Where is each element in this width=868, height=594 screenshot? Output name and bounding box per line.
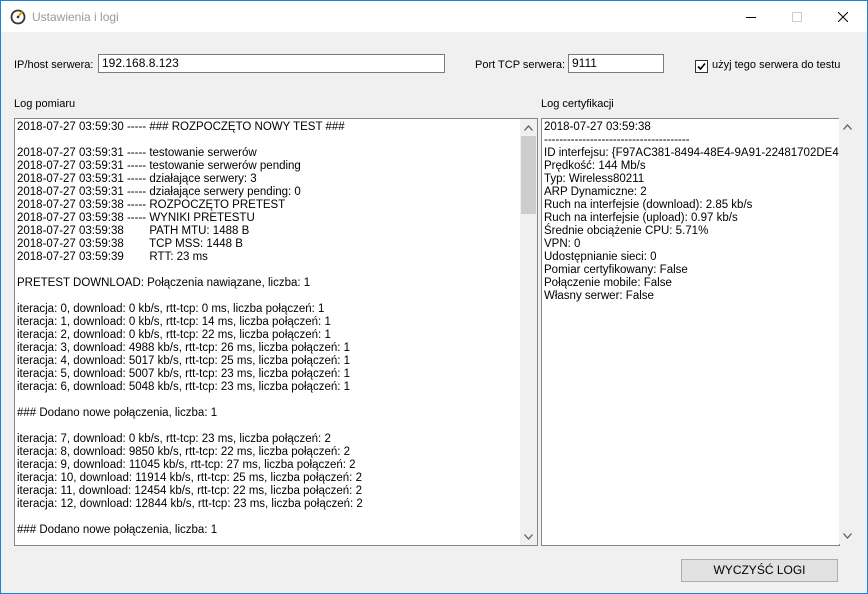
window-title: Ustawienia i logi: [32, 10, 119, 24]
scroll-up-button[interactable]: [520, 119, 537, 136]
chevron-down-icon: [524, 533, 533, 540]
scroll-up-button[interactable]: [839, 118, 856, 135]
log-certyfikacji-scrollbar[interactable]: [839, 118, 856, 544]
scroll-down-button[interactable]: [520, 528, 537, 545]
checkmark-icon: [697, 62, 706, 71]
settings-window: Ustawienia i logi IP/host serwera: Port …: [0, 0, 868, 594]
maximize-icon: [792, 11, 802, 22]
log-pomiaru-textbox[interactable]: 2018-07-27 03:59:30 ----- ### ROZPOCZĘTO…: [14, 118, 538, 546]
ip-input[interactable]: [98, 54, 445, 73]
ip-label: IP/host serwera:: [14, 59, 94, 71]
maximize-button[interactable]: [774, 1, 820, 32]
chevron-down-icon: [843, 532, 852, 539]
chevron-up-icon: [524, 124, 533, 131]
close-icon: [838, 11, 848, 22]
chevron-up-icon: [843, 123, 852, 130]
use-server-checkbox[interactable]: [695, 60, 708, 73]
log-certyfikacji-text: 2018-07-27 03:59:38 --------------------…: [544, 121, 840, 302]
log-pomiaru-label: Log pomiaru: [14, 98, 76, 110]
port-input[interactable]: [568, 54, 664, 73]
use-server-label[interactable]: użyj tego serwera do testu: [712, 59, 840, 71]
minimize-icon: [746, 12, 756, 22]
log-pomiaru-scrollbar[interactable]: [520, 119, 537, 545]
speedometer-icon: [10, 9, 26, 25]
title-bar[interactable]: Ustawienia i logi: [1, 1, 867, 32]
log-pomiaru-text: 2018-07-27 03:59:30 ----- ### ROZPOCZĘTO…: [17, 121, 363, 536]
close-button[interactable]: [820, 1, 866, 32]
scroll-thumb[interactable]: [521, 136, 536, 214]
port-label: Port TCP serwera:: [475, 59, 566, 71]
scroll-down-button[interactable]: [839, 527, 856, 544]
log-certyfikacji-textbox[interactable]: 2018-07-27 03:59:38 --------------------…: [541, 118, 840, 546]
log-certyfikacji-label: Log certyfikacji: [541, 98, 614, 110]
clear-logs-button[interactable]: WYCZYŚĆ LOGI: [681, 559, 838, 582]
minimize-button[interactable]: [728, 1, 774, 32]
